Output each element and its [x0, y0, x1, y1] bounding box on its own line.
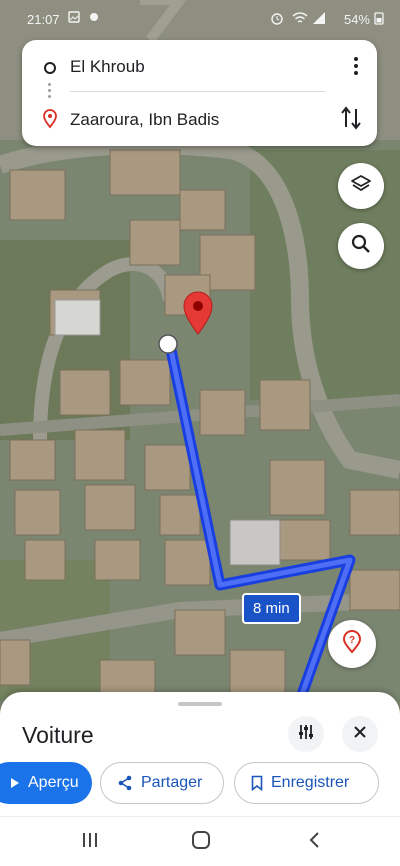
- tune-icon: [297, 723, 315, 746]
- card-divider: [70, 91, 325, 92]
- swap-vertical-icon[interactable]: [339, 105, 363, 136]
- origin-row[interactable]: El Khroub: [22, 42, 377, 90]
- signal-icon: [312, 11, 326, 28]
- save-label: Enregistrer: [271, 774, 350, 791]
- report-issue-icon: ?: [341, 629, 363, 659]
- system-navigation-bar: [0, 818, 400, 866]
- save-button[interactable]: Enregistrer: [234, 762, 379, 804]
- recent-apps-icon[interactable]: [80, 830, 100, 855]
- route-options-button[interactable]: [288, 716, 324, 752]
- more-vert-icon[interactable]: [353, 56, 359, 81]
- drag-handle[interactable]: [178, 702, 222, 706]
- wifi-icon: [292, 11, 308, 28]
- close-icon: [353, 725, 367, 744]
- preview-label: Aperçu: [28, 774, 79, 791]
- share-label: Partager: [141, 774, 203, 791]
- battery-icon: [374, 11, 384, 28]
- svg-text:?: ?: [349, 635, 355, 646]
- sheet-divider: [0, 816, 400, 817]
- destination-pin-icon: [42, 109, 58, 134]
- travel-mode-title: Voiture: [22, 722, 94, 748]
- preview-button[interactable]: Aperçu: [0, 762, 92, 804]
- bookmark-icon: [251, 775, 263, 791]
- close-sheet-button[interactable]: [342, 716, 378, 752]
- route-eta-label[interactable]: 8 min: [242, 593, 301, 624]
- search-along-route-button[interactable]: [338, 223, 384, 269]
- destination-input[interactable]: Zaaroura, Ibn Badis: [70, 110, 219, 130]
- layers-icon: [350, 173, 372, 200]
- directions-card: El Khroub Zaaroura, Ibn Badis: [22, 40, 377, 146]
- alarm-icon: [270, 11, 284, 28]
- status-time: 21:07: [27, 12, 60, 27]
- home-icon[interactable]: [191, 830, 211, 855]
- navigation-arrow-icon: [10, 777, 20, 789]
- notification-icon: [88, 11, 100, 26]
- layers-button[interactable]: [338, 163, 384, 209]
- search-icon: [351, 234, 371, 259]
- origin-circle-icon: [43, 61, 57, 80]
- share-button[interactable]: Partager: [100, 762, 224, 804]
- gallery-notification-icon: [68, 11, 80, 26]
- back-icon[interactable]: [305, 830, 325, 855]
- destination-row[interactable]: Zaaroura, Ibn Badis: [22, 95, 377, 143]
- report-issue-button[interactable]: ?: [328, 620, 376, 668]
- battery-level: 54%: [343, 12, 370, 27]
- origin-input[interactable]: El Khroub: [70, 57, 145, 77]
- share-icon: [117, 775, 133, 791]
- status-bar: 21:07 54%: [0, 6, 400, 30]
